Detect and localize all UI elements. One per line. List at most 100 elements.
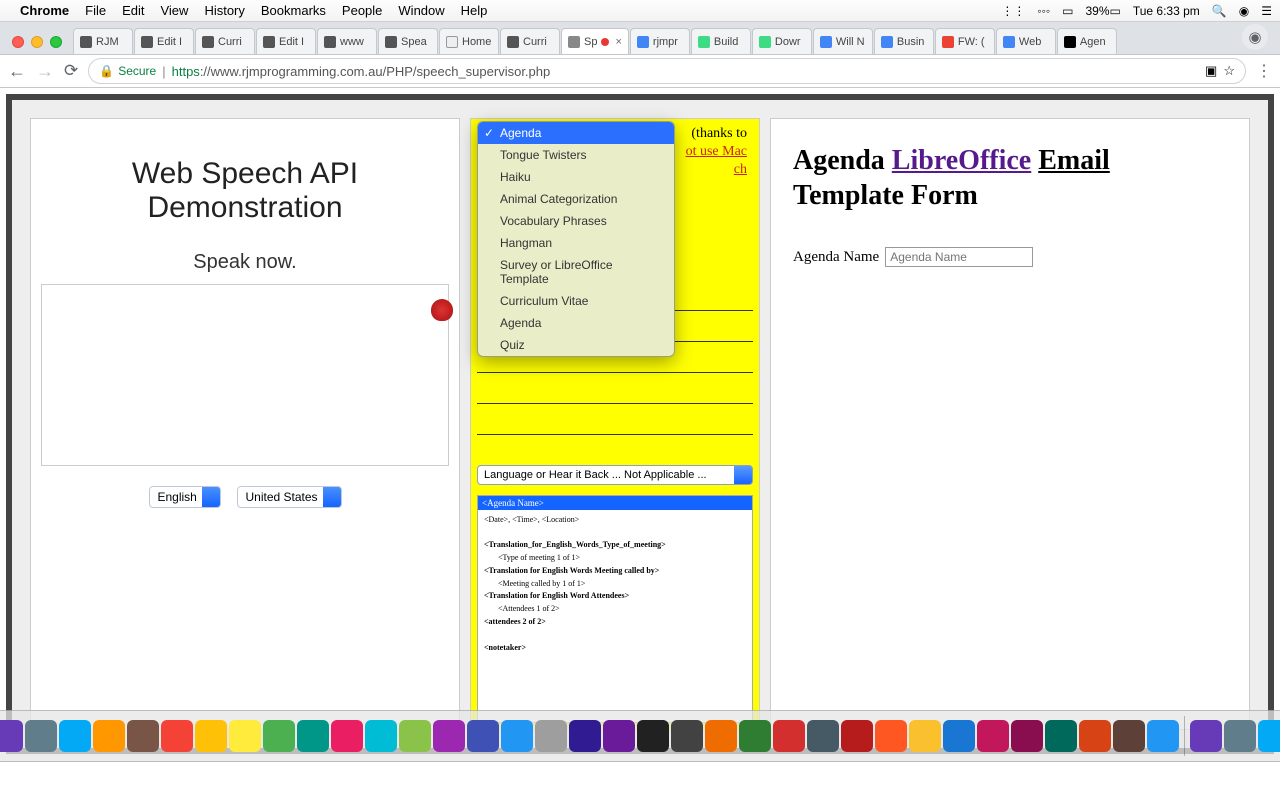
- dock-app-icon[interactable]: [263, 720, 295, 752]
- dock-app-icon[interactable]: [1113, 720, 1145, 752]
- browser-tab[interactable]: Will N: [813, 28, 873, 54]
- dock-app-icon[interactable]: [59, 720, 91, 752]
- dock-app-icon[interactable]: [943, 720, 975, 752]
- activity-dropdown[interactable]: AgendaTongue TwistersHaikuAnimal Categor…: [477, 121, 675, 357]
- dock-app-icon[interactable]: [25, 720, 57, 752]
- dock-app-icon[interactable]: [909, 720, 941, 752]
- menubar-history[interactable]: History: [204, 3, 244, 18]
- dock-app-icon[interactable]: [195, 720, 227, 752]
- address-bar[interactable]: 🔒 Secure | https://www.rjmprogramming.co…: [88, 58, 1246, 84]
- wifi-icon[interactable]: ◦◦◦: [1037, 4, 1050, 18]
- profile-button[interactable]: ◉: [1242, 24, 1268, 50]
- speech-output-area[interactable]: [41, 284, 449, 466]
- browser-tab[interactable]: www: [317, 28, 377, 54]
- chrome-menu-icon[interactable]: ⋮: [1256, 61, 1272, 81]
- browser-tab[interactable]: Web: [996, 28, 1056, 54]
- dropdown-option[interactable]: Agenda: [478, 122, 674, 144]
- dock-app-icon[interactable]: [433, 720, 465, 752]
- dock-app-icon[interactable]: [875, 720, 907, 752]
- dock-app-icon[interactable]: [977, 720, 1009, 752]
- dock-app-icon[interactable]: [773, 720, 805, 752]
- browser-tab[interactable]: rjmpr: [630, 28, 690, 54]
- menubar-help[interactable]: Help: [461, 3, 488, 18]
- browser-tab[interactable]: Curri: [195, 28, 255, 54]
- menubar-bookmarks[interactable]: Bookmarks: [261, 3, 326, 18]
- browser-tab[interactable]: Curri: [500, 28, 560, 54]
- dropdown-option[interactable]: Vocabulary Phrases: [478, 210, 674, 232]
- dock-app-icon[interactable]: [331, 720, 363, 752]
- star-icon[interactable]: ☆: [1223, 63, 1235, 79]
- reload-button[interactable]: ⟳: [64, 61, 78, 81]
- menubar-app[interactable]: Chrome: [20, 3, 69, 18]
- browser-tab[interactable]: Edit I: [134, 28, 194, 54]
- menubar-file[interactable]: File: [85, 3, 106, 18]
- browser-tab[interactable]: Home: [439, 28, 499, 54]
- fullscreen-window-button[interactable]: [50, 36, 62, 48]
- browser-tab[interactable]: FW: (: [935, 28, 995, 54]
- dropdown-option[interactable]: Haiku: [478, 166, 674, 188]
- dock-app-icon[interactable]: [1190, 720, 1222, 752]
- dock-app-icon[interactable]: [1045, 720, 1077, 752]
- dock-app-icon[interactable]: [603, 720, 635, 752]
- display-icon[interactable]: ▭: [1062, 4, 1073, 18]
- dropdown-option[interactable]: Tongue Twisters: [478, 144, 674, 166]
- dock-app-icon[interactable]: [1224, 720, 1256, 752]
- browser-tab[interactable]: Edit I: [256, 28, 316, 54]
- dock-app-icon[interactable]: [807, 720, 839, 752]
- dock-app-icon[interactable]: [841, 720, 873, 752]
- dock-app-icon[interactable]: [467, 720, 499, 752]
- dock-app-icon[interactable]: [297, 720, 329, 752]
- dock-app-icon[interactable]: [535, 720, 567, 752]
- close-tab-icon[interactable]: ×: [615, 36, 621, 48]
- dock-app-icon[interactable]: [705, 720, 737, 752]
- close-window-button[interactable]: [12, 36, 24, 48]
- dock-app-icon[interactable]: [1258, 720, 1280, 752]
- browser-tab[interactable]: RJM: [73, 28, 133, 54]
- country-select[interactable]: United States: [237, 486, 342, 508]
- dock-app-icon[interactable]: [0, 720, 23, 752]
- browser-tab[interactable]: Agen: [1057, 28, 1117, 54]
- menubar-window[interactable]: Window: [398, 3, 444, 18]
- browser-tab[interactable]: Busin: [874, 28, 934, 54]
- menubar-edit[interactable]: Edit: [122, 3, 144, 18]
- menubar-people[interactable]: People: [342, 3, 382, 18]
- dock-app-icon[interactable]: [1011, 720, 1043, 752]
- bluetooth-icon[interactable]: ⋮⋮: [1001, 4, 1025, 18]
- hear-back-select[interactable]: Language or Hear it Back ... Not Applica…: [477, 465, 753, 485]
- dock-app-icon[interactable]: [1147, 720, 1179, 752]
- dock-app-icon[interactable]: [739, 720, 771, 752]
- user-icon[interactable]: ◉: [1239, 4, 1249, 18]
- dock-app-icon[interactable]: [365, 720, 397, 752]
- dock-app-icon[interactable]: [569, 720, 601, 752]
- dock-app-icon[interactable]: [161, 720, 193, 752]
- microphone-icon[interactable]: [431, 299, 453, 321]
- dropdown-option[interactable]: Animal Categorization: [478, 188, 674, 210]
- browser-tab[interactable]: Sp×: [561, 28, 629, 54]
- browser-tab[interactable]: Spea: [378, 28, 438, 54]
- dock-app-icon[interactable]: [93, 720, 125, 752]
- libreoffice-link[interactable]: LibreOffice: [892, 145, 1031, 176]
- language-select[interactable]: English: [149, 486, 221, 508]
- battery-status[interactable]: 39% ▭: [1085, 4, 1120, 18]
- back-button[interactable]: ←: [8, 61, 26, 82]
- spotlight-icon[interactable]: 🔍: [1212, 4, 1227, 18]
- menubar-view[interactable]: View: [160, 3, 188, 18]
- dock-app-icon[interactable]: [399, 720, 431, 752]
- dropdown-option[interactable]: Hangman: [478, 232, 674, 254]
- browser-tab[interactable]: Dowr: [752, 28, 812, 54]
- camera-icon[interactable]: ▣: [1205, 63, 1217, 79]
- dock-app-icon[interactable]: [501, 720, 533, 752]
- dropdown-option[interactable]: Curriculum Vitae: [478, 290, 674, 312]
- dock-app-icon[interactable]: [1079, 720, 1111, 752]
- dropdown-option[interactable]: Agenda: [478, 312, 674, 334]
- browser-tab[interactable]: Build: [691, 28, 751, 54]
- notification-center-icon[interactable]: ☰: [1261, 4, 1272, 18]
- dropdown-option[interactable]: Survey or LibreOffice Template: [478, 254, 674, 290]
- dock-app-icon[interactable]: [229, 720, 261, 752]
- dropdown-option[interactable]: Quiz: [478, 334, 674, 356]
- clock[interactable]: Tue 6:33 pm: [1133, 4, 1200, 18]
- dock-app-icon[interactable]: [127, 720, 159, 752]
- agenda-name-input[interactable]: [885, 247, 1033, 267]
- dock-app-icon[interactable]: [637, 720, 669, 752]
- dock-app-icon[interactable]: [671, 720, 703, 752]
